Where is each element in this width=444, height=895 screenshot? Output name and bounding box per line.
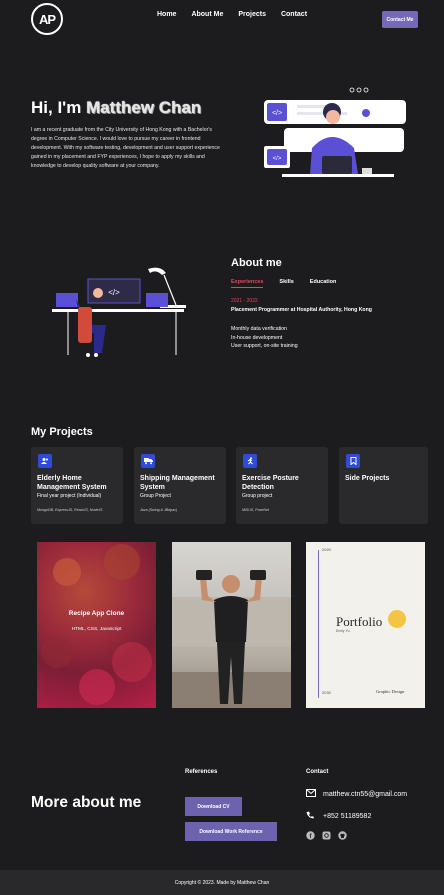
nav-projects[interactable]: Projects: [238, 11, 266, 18]
sun-circle: [388, 610, 406, 628]
download-cv-button[interactable]: Download CV: [185, 797, 242, 816]
mail-icon: [306, 789, 318, 799]
running-icon: [243, 454, 257, 468]
social-links: f: [306, 831, 347, 840]
project-card-posture[interactable]: Exercise Posture Detection Group project…: [236, 447, 328, 524]
tab-education[interactable]: Education: [310, 279, 337, 288]
email-text: matthew.ctn55@gmail.com: [323, 790, 408, 798]
duty-item: Monthly data verification: [231, 326, 287, 332]
contact-title: Contact: [306, 769, 329, 775]
card-subtitle: Group Project: [140, 493, 171, 499]
project-card-elderly[interactable]: Elderly Home Management System Final yea…: [31, 447, 123, 524]
card-title: Elderly Home Management System: [37, 475, 107, 491]
nav-contact[interactable]: Contact: [281, 11, 307, 18]
duty-item: User support, on-site training: [231, 343, 298, 350]
hero-title: Hi, I'm Matthew Chan: [31, 98, 201, 118]
food-image: [41, 544, 152, 705]
hero-name: Matthew Chan: [86, 98, 202, 117]
card-tech: MongoDB, ExpressJS, ReactJS, NodeJS: [37, 508, 103, 512]
portfolio-year-bottom: 2030: [322, 690, 331, 695]
tab-skills[interactable]: Skills: [279, 279, 293, 288]
portfolio-small: Graphic Design: [376, 689, 405, 694]
card-tech: Java (Swing & JBdpac): [140, 508, 178, 512]
card-title: Shipping Management System: [140, 475, 215, 491]
contact-email[interactable]: matthew.ctn55@gmail.com: [306, 789, 407, 799]
references-title: References: [185, 769, 218, 775]
card-subtitle: Final year project (Individual): [37, 493, 102, 499]
truck-icon: [141, 454, 155, 468]
workspace-illustration: </>: [52, 267, 186, 357]
copyright-text: Copyright © 2023. Made by Matthew Chan: [174, 879, 270, 886]
fitness-tile[interactable]: [172, 542, 291, 708]
experience-role: Placement Programmer at Hospital Authori…: [231, 307, 372, 313]
logo[interactable]: AP: [31, 3, 63, 35]
about-tabs: Experiences Skills Education: [231, 279, 352, 288]
recipe-tile-title: Recipe App Clone: [68, 610, 125, 617]
tab-experiences[interactable]: Experiences: [231, 279, 264, 288]
instagram-icon[interactable]: [322, 831, 331, 840]
experience-date: 2021 - 2022: [231, 298, 258, 304]
card-title: Side Projects: [345, 475, 390, 482]
experience-duties: Monthly data verification In-house devel…: [231, 325, 298, 351]
card-title: Exercise Posture Detection: [242, 475, 299, 491]
phone-icon: [306, 811, 318, 821]
portfolio-tile[interactable]: 2020 2030 Portfolio Emily Yu Graphic Des…: [306, 542, 425, 708]
portfolio-sub: Emily Yu: [336, 629, 350, 633]
project-card-shipping[interactable]: Shipping Management System Group Project…: [134, 447, 226, 524]
nav-links: Home About Me Projects Contact: [157, 11, 322, 18]
svg-text:</>: </>: [273, 156, 282, 162]
duty-item: In-house development: [231, 334, 283, 341]
about-title: About me: [231, 257, 282, 269]
portfolio-word: Portfolio: [336, 614, 383, 629]
card-subtitle: Group project: [242, 493, 273, 499]
timeline-line: [318, 550, 319, 698]
contact-me-button[interactable]: Contact Me: [382, 11, 418, 28]
contact-phone[interactable]: +852 51189582: [306, 811, 371, 821]
more-about-title: More about me: [31, 794, 142, 811]
github-icon[interactable]: [338, 831, 347, 840]
facebook-icon[interactable]: f: [306, 831, 315, 840]
hero-greeting: Hi, I'm: [31, 98, 87, 117]
users-icon: [38, 454, 52, 468]
top-nav: AP Home About Me Projects Contact Contac…: [0, 0, 444, 38]
recipe-tile-subtitle: HTML, CSS, Javascript: [71, 627, 122, 632]
phone-text: +852 51189582: [323, 812, 372, 820]
athlete-image: [172, 570, 291, 708]
developer-illustration: </> </>: [264, 87, 406, 177]
svg-text:</>: </>: [108, 288, 120, 297]
nav-about[interactable]: About Me: [191, 11, 223, 18]
bookmark-icon: [346, 454, 360, 468]
hero-intro: I am a recent graduate from the City Uni…: [31, 127, 220, 169]
card-tech: MiSUS, PoseNet: [242, 508, 269, 512]
recipe-app-tile[interactable]: Recipe App Clone HTML, CSS, Javascript: [37, 542, 156, 708]
portfolio-year-top: 2020: [322, 547, 331, 552]
footer: Copyright © 2023. Made by Matthew Chan: [0, 870, 444, 895]
nav-home[interactable]: Home: [157, 11, 176, 18]
projects-title: My Projects: [31, 426, 93, 438]
svg-text:</>: </>: [272, 110, 282, 117]
project-card-side[interactable]: Side Projects: [339, 447, 428, 524]
download-reference-button[interactable]: Download Work Reference: [185, 822, 277, 841]
